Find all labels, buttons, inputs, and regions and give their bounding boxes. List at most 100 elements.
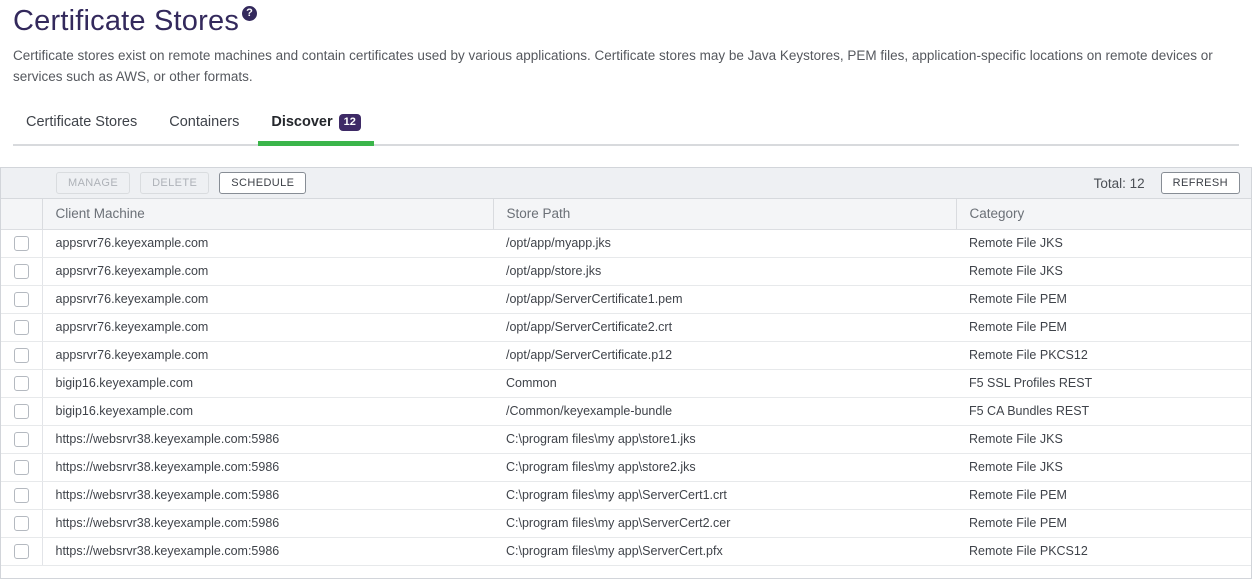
page-title: Certificate Stores: [13, 4, 239, 38]
table-row[interactable]: appsrvr76.keyexample.com/opt/app/ServerC…: [1, 313, 1251, 341]
client-machine-cell: appsrvr76.keyexample.com: [42, 285, 493, 313]
table-row[interactable]: bigip16.keyexample.comCommonF5 SSL Profi…: [1, 369, 1251, 397]
row-checkbox[interactable]: [14, 460, 29, 475]
category-cell: Remote File JKS: [956, 257, 1251, 285]
category-cell: F5 SSL Profiles REST: [956, 369, 1251, 397]
store-path-cell: C:\program files\my app\store2.jks: [493, 453, 956, 481]
row-checkbox-cell: [1, 397, 42, 425]
row-checkbox[interactable]: [14, 516, 29, 531]
table-header-row: Client Machine Store Path Category: [1, 199, 1251, 229]
table-row[interactable]: appsrvr76.keyexample.com/opt/app/store.j…: [1, 257, 1251, 285]
store-path-cell: /Common/keyexample-bundle: [493, 397, 956, 425]
category-cell: F5 CA Bundles REST: [956, 397, 1251, 425]
row-checkbox[interactable]: [14, 320, 29, 335]
row-checkbox-cell: [1, 369, 42, 397]
row-checkbox[interactable]: [14, 544, 29, 559]
row-checkbox-cell: [1, 257, 42, 285]
client-machine-cell: https://websrvr38.keyexample.com:5986: [42, 537, 493, 565]
discover-results-table: Client Machine Store Path Category appsr…: [1, 199, 1251, 566]
total-count: Total: 12: [1094, 176, 1145, 191]
row-checkbox-cell: [1, 453, 42, 481]
schedule-button[interactable]: SCHEDULE: [219, 172, 306, 194]
client-machine-cell: https://websrvr38.keyexample.com:5986: [42, 425, 493, 453]
table-row[interactable]: appsrvr76.keyexample.com/opt/app/ServerC…: [1, 341, 1251, 369]
client-machine-cell: https://websrvr38.keyexample.com:5986: [42, 453, 493, 481]
row-checkbox[interactable]: [14, 432, 29, 447]
column-header-category[interactable]: Category: [956, 199, 1251, 229]
client-machine-cell: bigip16.keyexample.com: [42, 397, 493, 425]
tab-label: Certificate Stores: [26, 114, 137, 130]
row-checkbox[interactable]: [14, 348, 29, 363]
category-cell: Remote File PKCS12: [956, 341, 1251, 369]
row-checkbox-cell: [1, 425, 42, 453]
help-icon[interactable]: ?: [242, 6, 257, 21]
page-description: Certificate stores exist on remote machi…: [13, 45, 1239, 87]
table-row[interactable]: appsrvr76.keyexample.com/opt/app/myapp.j…: [1, 229, 1251, 257]
category-cell: Remote File PEM: [956, 285, 1251, 313]
row-checkbox[interactable]: [14, 404, 29, 419]
table-row[interactable]: https://websrvr38.keyexample.com:5986C:\…: [1, 453, 1251, 481]
tab-certificate-stores[interactable]: Certificate Stores: [13, 104, 150, 144]
column-header-client-machine[interactable]: Client Machine: [42, 199, 493, 229]
client-machine-cell: appsrvr76.keyexample.com: [42, 229, 493, 257]
category-cell: Remote File PEM: [956, 481, 1251, 509]
store-path-cell: C:\program files\my app\ServerCert.pfx: [493, 537, 956, 565]
row-checkbox-cell: [1, 229, 42, 257]
refresh-button[interactable]: REFRESH: [1161, 172, 1240, 194]
store-path-cell: Common: [493, 369, 956, 397]
spacer: [0, 146, 1252, 167]
client-machine-cell: bigip16.keyexample.com: [42, 369, 493, 397]
checkbox-column-header: [1, 199, 42, 229]
row-checkbox[interactable]: [14, 236, 29, 251]
row-checkbox-cell: [1, 537, 42, 565]
row-checkbox-cell: [1, 313, 42, 341]
store-path-cell: /opt/app/store.jks: [493, 257, 956, 285]
category-cell: Remote File JKS: [956, 425, 1251, 453]
table-row[interactable]: https://websrvr38.keyexample.com:5986C:\…: [1, 425, 1251, 453]
row-checkbox[interactable]: [14, 264, 29, 279]
tab-bar: Certificate Stores Containers Discover 12: [13, 104, 1239, 146]
row-checkbox[interactable]: [14, 292, 29, 307]
client-machine-cell: appsrvr76.keyexample.com: [42, 257, 493, 285]
row-checkbox[interactable]: [14, 376, 29, 391]
table-row[interactable]: https://websrvr38.keyexample.com:5986C:\…: [1, 509, 1251, 537]
client-machine-cell: https://websrvr38.keyexample.com:5986: [42, 481, 493, 509]
grid-footer: [1, 566, 1251, 578]
category-cell: Remote File PEM: [956, 509, 1251, 537]
table-body: appsrvr76.keyexample.com/opt/app/myapp.j…: [1, 229, 1251, 565]
category-cell: Remote File PKCS12: [956, 537, 1251, 565]
table-row[interactable]: appsrvr76.keyexample.com/opt/app/ServerC…: [1, 285, 1251, 313]
row-checkbox[interactable]: [14, 488, 29, 503]
store-path-cell: /opt/app/ServerCertificate1.pem: [493, 285, 956, 313]
page-header: Certificate Stores ? Certificate stores …: [0, 0, 1252, 146]
store-path-cell: C:\program files\my app\store1.jks: [493, 425, 956, 453]
table-row[interactable]: bigip16.keyexample.com/Common/keyexample…: [1, 397, 1251, 425]
store-path-cell: /opt/app/ServerCertificate2.crt: [493, 313, 956, 341]
tab-label: Containers: [169, 114, 239, 130]
tab-discover[interactable]: Discover 12: [258, 104, 374, 144]
category-cell: Remote File JKS: [956, 453, 1251, 481]
client-machine-cell: appsrvr76.keyexample.com: [42, 313, 493, 341]
client-machine-cell: appsrvr76.keyexample.com: [42, 341, 493, 369]
category-cell: Remote File JKS: [956, 229, 1251, 257]
category-cell: Remote File PEM: [956, 313, 1251, 341]
row-checkbox-cell: [1, 285, 42, 313]
store-path-cell: /opt/app/ServerCertificate.p12: [493, 341, 956, 369]
discover-count-badge: 12: [339, 114, 361, 131]
store-path-cell: C:\program files\my app\ServerCert2.cer: [493, 509, 956, 537]
delete-button[interactable]: DELETE: [140, 172, 209, 194]
store-path-cell: C:\program files\my app\ServerCert1.crt: [493, 481, 956, 509]
row-checkbox-cell: [1, 509, 42, 537]
grid-toolbar: MANAGE DELETE SCHEDULE Total: 12 REFRESH: [1, 168, 1251, 199]
table-row[interactable]: https://websrvr38.keyexample.com:5986C:\…: [1, 481, 1251, 509]
manage-button[interactable]: MANAGE: [56, 172, 130, 194]
table-row[interactable]: https://websrvr38.keyexample.com:5986C:\…: [1, 537, 1251, 565]
column-header-store-path[interactable]: Store Path: [493, 199, 956, 229]
tab-containers[interactable]: Containers: [156, 104, 252, 144]
row-checkbox-cell: [1, 481, 42, 509]
store-path-cell: /opt/app/myapp.jks: [493, 229, 956, 257]
client-machine-cell: https://websrvr38.keyexample.com:5986: [42, 509, 493, 537]
certificate-stores-grid: MANAGE DELETE SCHEDULE Total: 12 REFRESH…: [0, 167, 1252, 579]
tab-label: Discover: [271, 114, 332, 130]
row-checkbox-cell: [1, 341, 42, 369]
